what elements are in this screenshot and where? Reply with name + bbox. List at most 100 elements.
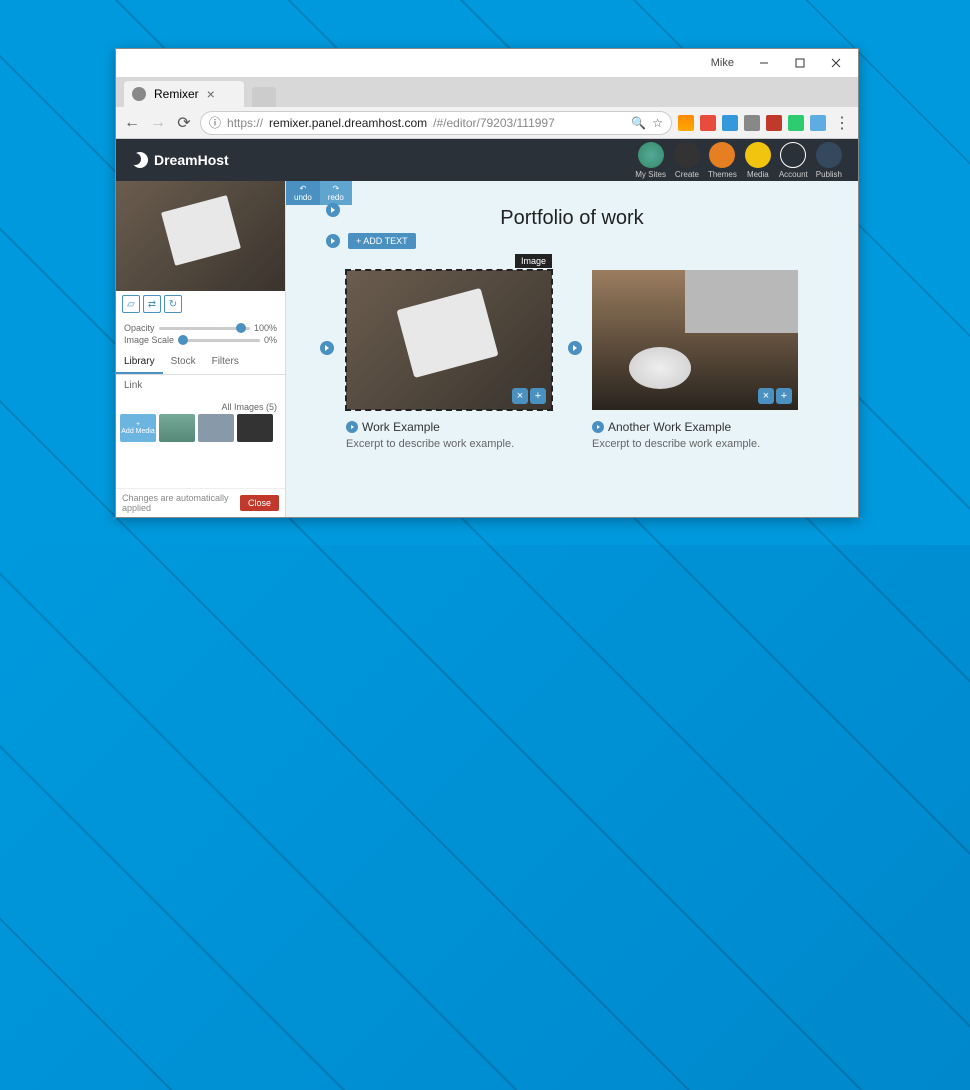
add-media-button[interactable]: +Add Media [120,414,156,442]
topnav-items: My Sites Create Themes Media Account Pub… [635,142,842,179]
window-titlebar: Mike [116,49,858,77]
extension-icon-7[interactable] [810,115,826,131]
library-panel: All Images (5) +Add Media [116,396,285,446]
forward-button[interactable]: → [148,113,168,133]
image-remove-icon[interactable]: × [512,388,528,404]
all-images-header[interactable]: All Images (5) [120,400,281,414]
crop-icon[interactable]: ▱ [122,295,140,313]
sidebar-tabs-row2: Link [116,375,285,396]
card1-title-row[interactable]: Work Example [346,420,552,434]
back-button[interactable]: ← [122,113,142,133]
wand-icon [674,142,700,168]
thumbnail-2[interactable] [198,414,234,442]
url-host: remixer.panel.dreamhost.com [269,116,427,130]
search-icon[interactable]: 🔍 [631,116,646,130]
user-icon [780,142,806,168]
thumbnail-1[interactable] [159,414,195,442]
undo-redo-bar: ↶undo ↷redo [286,181,352,205]
image-add-icon[interactable]: + [776,388,792,404]
sidebar-footer: Changes are automatically applied Close [116,488,285,517]
opacity-slider[interactable] [159,327,250,330]
flip-icon[interactable]: ⇄ [143,295,161,313]
thumbnail-grid: +Add Media [120,414,281,442]
sidebar-close-button[interactable]: Close [240,495,279,511]
editor-sidebar: ▱ ⇄ ↻ Opacity 100% Image Scale 0% [116,181,286,517]
extension-icon-1[interactable] [678,115,694,131]
scale-slider[interactable] [178,339,260,342]
minimize-button[interactable] [746,51,782,75]
editor-area: ▱ ⇄ ↻ Opacity 100% Image Scale 0% [116,181,858,517]
tab-stock[interactable]: Stock [163,351,204,374]
extension-icon-4[interactable] [744,115,760,131]
extension-icon-3[interactable] [722,115,738,131]
url-protocol: https:// [227,116,263,130]
nav-media[interactable]: Media [745,142,771,179]
maximize-button[interactable] [782,51,818,75]
portfolio-card-2: × + Another Work Example Excerpt to desc… [592,270,798,450]
portfolio-card-1: × + Work Example Excerpt to describe wor… [346,270,552,450]
card2-handle-icon[interactable] [568,341,582,355]
play-icon [592,421,604,433]
brand-logo[interactable]: DreamHost [132,152,229,168]
editor-canvas[interactable]: ↶undo ↷redo Portfolio of work + ADD TEXT… [286,181,858,517]
extension-icon-6[interactable] [788,115,804,131]
close-window-button[interactable] [818,51,854,75]
reload-button[interactable]: ⟳ [174,113,194,133]
moon-icon [132,152,148,168]
browser-menu-icon[interactable]: ⋮ [832,113,852,133]
nav-my-sites[interactable]: My Sites [635,142,666,179]
browser-toolbar: ← → ⟳ ⓘ https:// remixer.panel.dreamhost.… [116,107,858,139]
brand-name: DreamHost [154,152,229,168]
nav-account[interactable]: Account [779,142,808,179]
card2-excerpt[interactable]: Excerpt to describe work example. [592,438,798,450]
autosave-note: Changes are automatically applied [122,493,240,513]
tab-library[interactable]: Library [116,351,163,374]
star-icon[interactable]: ☆ [652,116,663,130]
nav-create[interactable]: Create [674,142,700,179]
card2-title-row[interactable]: Another Work Example [592,420,798,434]
app-topnav: DreamHost My Sites Create Themes Media A… [116,139,858,181]
play-icon [346,421,358,433]
url-path: /#/editor/79203/111997 [433,116,625,130]
scale-label: Image Scale [124,335,174,345]
extension-icon-2[interactable] [700,115,716,131]
image-remove-icon[interactable]: × [758,388,774,404]
extension-icon-5[interactable] [766,115,782,131]
browser-tab-bar: Remixer × [116,77,858,107]
card1-excerpt[interactable]: Excerpt to describe work example. [346,438,552,450]
rotate-icon[interactable]: ↻ [164,295,182,313]
browser-tab[interactable]: Remixer × [124,81,244,107]
tab-link[interactable]: Link [116,375,150,396]
image-add-icon[interactable]: + [530,388,546,404]
nav-publish[interactable]: Publish [816,142,842,179]
redo-button[interactable]: ↷redo [320,181,352,205]
address-bar[interactable]: ⓘ https:// remixer.panel.dreamhost.com /#/… [200,111,672,135]
nav-themes[interactable]: Themes [708,142,737,179]
opacity-value: 100% [254,323,277,333]
portfolio-image-2[interactable]: × + [592,270,798,410]
addtext-handle-icon[interactable] [326,234,340,248]
folder-icon [745,142,771,168]
globe-icon [638,142,664,168]
transform-controls: ▱ ⇄ ↻ [116,291,285,317]
undo-button[interactable]: ↶undo [286,181,320,205]
page-content: DreamHost My Sites Create Themes Media A… [116,139,858,517]
tab-filters[interactable]: Filters [204,351,247,374]
slider-panel: Opacity 100% Image Scale 0% [116,317,285,351]
sidebar-tabs: Library Stock Filters [116,351,285,375]
image-preview[interactable] [116,181,285,291]
scale-value: 0% [264,335,277,345]
rocket-icon [816,142,842,168]
browser-window: Mike Remixer × ← → ⟳ ⓘ https:// remixer.p… [115,48,859,518]
tab-favicon [132,87,146,101]
card1-handle-icon[interactable] [320,341,334,355]
opacity-label: Opacity [124,323,155,333]
tab-close-icon[interactable]: × [207,86,215,102]
portfolio-image-1[interactable]: × + [346,270,552,410]
new-tab-button[interactable] [252,87,276,107]
thumbnail-3[interactable] [237,414,273,442]
section-title[interactable]: Portfolio of work [286,181,858,230]
info-icon[interactable]: ⓘ [209,114,221,131]
add-text-button[interactable]: + ADD TEXT [348,233,416,249]
title-handle-icon[interactable] [326,203,340,217]
